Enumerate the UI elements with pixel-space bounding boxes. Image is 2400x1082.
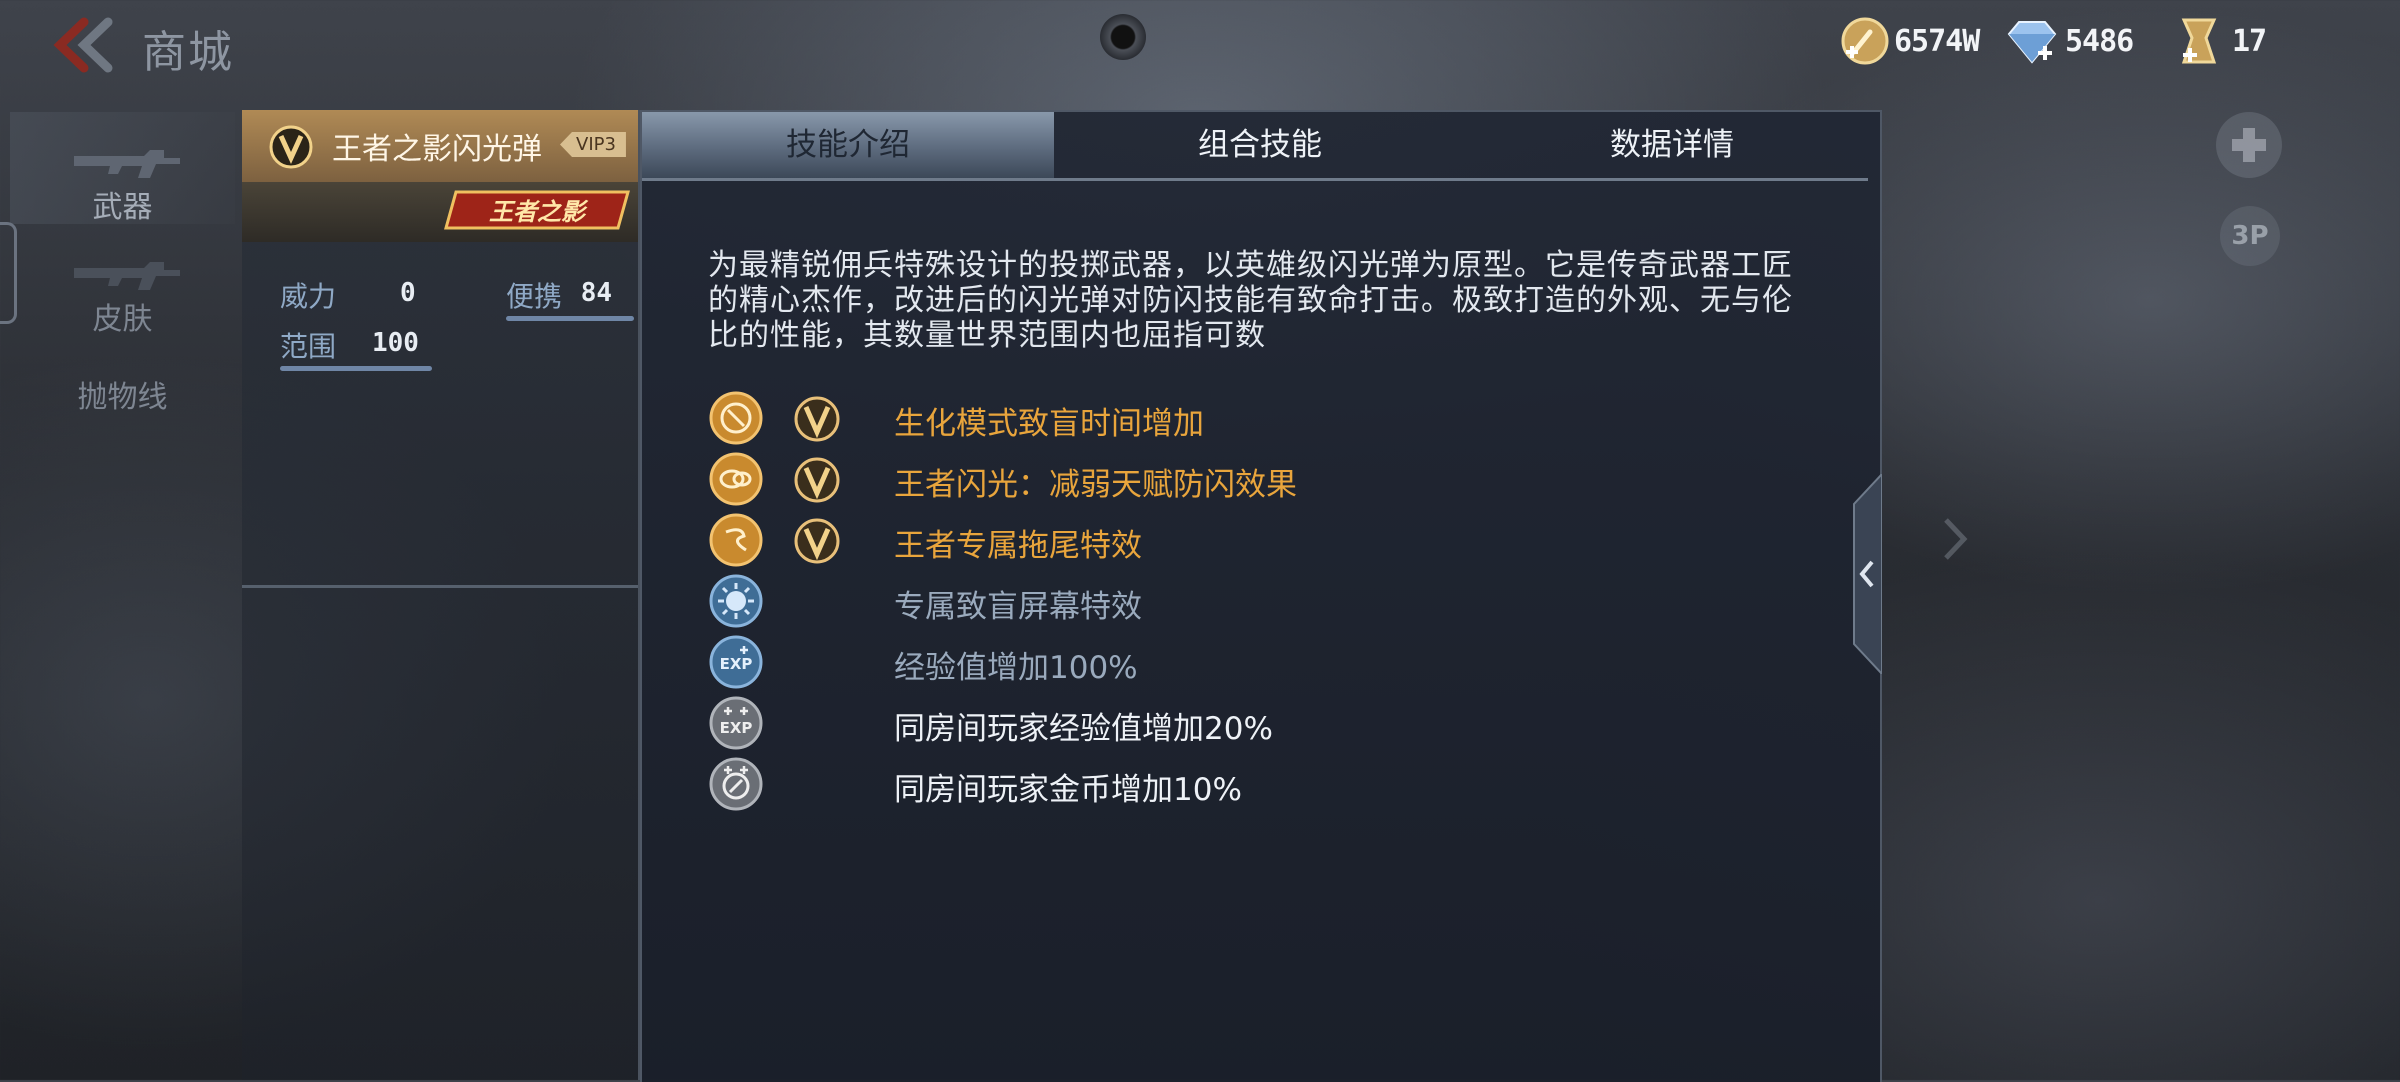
stat-value: 100 [372,328,419,358]
vip-v-emblem-icon [269,125,313,169]
skill-text: 生化模式致盲时间增加 [894,406,1204,442]
king-flash-icon [709,452,763,506]
series-name: 王者之影 [489,198,585,226]
detail-panel: 技能介绍 组合技能 数据详情 为最精锐佣兵特殊设计的投掷武器，以英雄级闪光弹为原… [640,110,1882,1082]
skill-item: 专属致盲屏幕特效 [708,573,1808,629]
back-button[interactable] [50,16,120,74]
ticket-currency[interactable]: 17 [2176,14,2267,68]
tab-combo-skills[interactable]: 组合技能 [1054,112,1466,178]
skill-item: 王者专属拖尾特效 [708,512,1808,568]
skill-item: EXP 同房间玩家经验值增加20% [708,695,1808,751]
stat-power: 威力 [280,275,336,315]
double-chevron-left-icon [53,17,113,73]
zombie-mode-icon [709,391,763,445]
trail-effect-icon [709,513,763,567]
stat-range: 范围 [280,325,336,365]
nav-item-weapons[interactable]: 武器 [10,112,235,225]
weapon-description: 为最精锐佣兵特殊设计的投掷武器，以英雄级闪光弹为原型。它是传奇武器工匠的精心杰作… [708,248,1793,353]
stat-portability: 便携 [506,275,562,315]
rifle-icon [74,150,180,178]
vip-v-emblem-icon [794,457,840,503]
stat-value: 84 [580,278,612,308]
stat-label: 便携 [506,280,563,313]
weapon-info-panel: 王者之影闪光弹 VIP3 王者之影 威力 0 便携 84 范围 100 [242,110,640,1080]
weapon-header: 王者之影闪光弹 VIP3 [242,110,638,182]
gold-amount: 6574W [1894,23,1980,59]
svg-text:EXP: EXP [720,719,753,737]
nav-item-skins[interactable]: 皮肤 [10,224,235,337]
third-person-view-button[interactable]: 3P [2220,206,2280,266]
vip-v-emblem-icon [794,518,840,564]
skill-text: 同房间玩家经验值增加20% [894,711,1273,747]
portability-bar [506,316,634,321]
skill-text: 王者闪光：减弱天赋防闪效果 [894,467,1297,503]
skill-item: 生化模式致盲时间增加 [708,390,1808,446]
skill-item: EXP 经验值增加100% [708,634,1808,690]
range-bar [280,366,432,371]
ticket-amount: 17 [2232,23,2267,59]
page-title: 商城 [142,27,234,78]
svg-text:EXP: EXP [720,655,753,673]
tab-skill-intro[interactable]: 技能介绍 [642,112,1054,178]
blind-screen-icon [709,574,763,628]
skill-text: 同房间玩家金币增加10% [894,772,1242,808]
gold-coin-icon [1841,17,1889,65]
diamond-icon [2007,21,2057,64]
dpad-icon [2232,128,2266,162]
nav-item-trajectory[interactable]: 抛物线 [10,340,235,452]
chevron-right-icon[interactable] [1940,514,1970,564]
weapon-name: 王者之影闪光弹 [332,132,542,167]
skill-text: 经验值增加100% [894,650,1138,686]
stat-range-value-wrap: 100 [372,325,419,358]
gold-currency[interactable]: 6574W [1840,14,1980,68]
diamond-currency[interactable]: 5486 [2003,14,2134,68]
skill-text: 王者专属拖尾特效 [894,528,1142,564]
stat-label: 范围 [280,330,337,363]
skill-item: 王者闪光：减弱天赋防闪效果 [708,451,1808,507]
collapse-panel-button[interactable] [1848,474,1882,674]
side-drawer-handle[interactable] [0,222,17,324]
top-bar: 商城 6574W 5486 17 [0,0,2400,90]
nav-label: 皮肤 [92,302,153,337]
rifle-skin-icon [74,262,180,290]
series-badge: 王者之影 [442,188,632,232]
diamond-amount: 5486 [2065,23,2134,59]
room-gold-icon [709,757,763,811]
category-nav: 武器 皮肤 抛物线 [0,112,240,512]
stat-label: 威力 [280,280,337,313]
exp-icon: EXP [709,635,763,689]
detail-tabs: 技能介绍 组合技能 数据详情 [642,112,1868,181]
stat-value: 0 [400,278,416,308]
nav-label: 抛物线 [77,380,168,415]
skill-item: 同房间玩家金币增加10% [708,756,1808,812]
stat-power-value-wrap: 0 [400,275,416,308]
panel-divider [242,585,638,588]
ticket-icon [2181,18,2217,64]
tab-data-details[interactable]: 数据详情 [1466,112,1878,178]
skill-text: 专属致盲屏幕特效 [894,589,1142,625]
weapon-series-strip: 王者之影 [242,182,638,242]
camera-notch [1100,14,1146,60]
room-exp-icon: EXP [709,696,763,750]
nav-label: 武器 [92,190,153,225]
vip-badge: VIP3 [560,132,626,157]
gamepad-button[interactable] [2216,112,2282,178]
stat-portability-value-wrap: 84 [581,275,612,308]
vip-v-emblem-icon [794,396,840,442]
